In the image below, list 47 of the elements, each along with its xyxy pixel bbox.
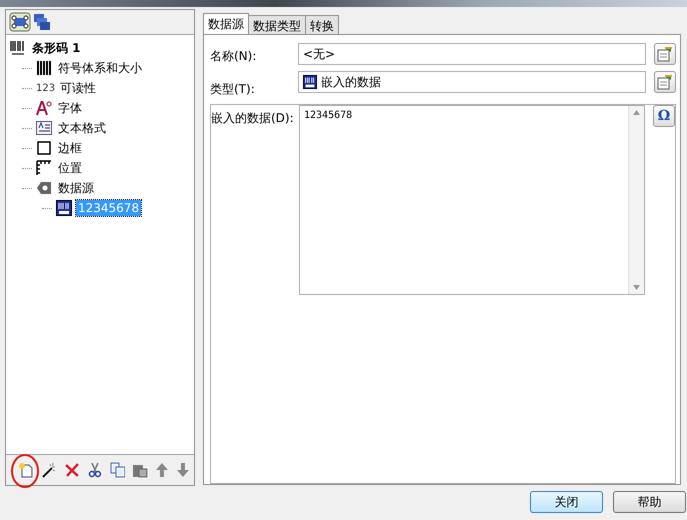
dialog-button[interactable]: 帮助: [613, 491, 686, 513]
cut-icon[interactable]: [86, 462, 102, 478]
magic-wand-icon[interactable]: [40, 462, 57, 478]
barcode-icon: [10, 40, 26, 56]
field-value: 嵌入的数据: [321, 74, 381, 90]
tree-item[interactable]: 位置: [56, 158, 84, 178]
down-arrow-icon[interactable]: [176, 462, 190, 478]
new-document-icon[interactable]: [18, 462, 34, 478]
tree-item[interactable]: 条形码 1: [30, 38, 83, 58]
edit-button[interactable]: [654, 71, 676, 93]
field-label: 嵌入的数据(D):: [211, 110, 295, 127]
field-label: 类型(T):: [210, 81, 256, 98]
dialog-button[interactable]: 关闭: [530, 491, 603, 513]
tree-item[interactable]: 数据源: [56, 178, 96, 198]
tree-item[interactable]: 文本格式: [56, 118, 108, 138]
special-character-button[interactable]: Ω: [653, 105, 675, 127]
text-format-icon: [36, 120, 52, 136]
data-icon: [56, 200, 72, 216]
tree-item[interactable]: 边框: [56, 138, 84, 158]
text-area[interactable]: 12345678: [299, 105, 645, 295]
edit-button[interactable]: [654, 43, 676, 65]
delete-icon[interactable]: [64, 462, 80, 478]
layers-icon[interactable]: [33, 13, 51, 31]
tree-item[interactable]: 字体: [56, 98, 84, 118]
font-icon: [36, 100, 52, 116]
copy-icon[interactable]: [110, 462, 126, 478]
layout-icon[interactable]: [9, 12, 31, 32]
input-field[interactable]: <无>: [298, 43, 646, 65]
tab[interactable]: 数据源: [203, 13, 249, 34]
data-source-icon: [36, 181, 52, 195]
tree-item[interactable]: 可读性: [58, 78, 98, 98]
up-arrow-icon[interactable]: [155, 462, 170, 478]
ruler-icon: [36, 160, 52, 176]
data-icon: [303, 75, 317, 89]
border-icon: [36, 140, 52, 156]
field-label: 名称(N):: [210, 48, 258, 65]
scrollbar[interactable]: [628, 106, 644, 294]
tab[interactable]: 转换: [305, 15, 339, 34]
paste-icon[interactable]: [132, 462, 148, 478]
scroll-up-icon[interactable]: [633, 110, 640, 115]
tab[interactable]: 数据类型: [248, 15, 306, 34]
barcode-icon: [36, 60, 52, 76]
type-field[interactable]: 嵌入的数据: [298, 71, 646, 93]
scroll-down-icon[interactable]: [633, 285, 640, 290]
highlight-circle: [10, 453, 40, 489]
tree-item[interactable]: 符号体系和大小: [56, 58, 144, 78]
digits-icon: 123: [36, 82, 54, 94]
